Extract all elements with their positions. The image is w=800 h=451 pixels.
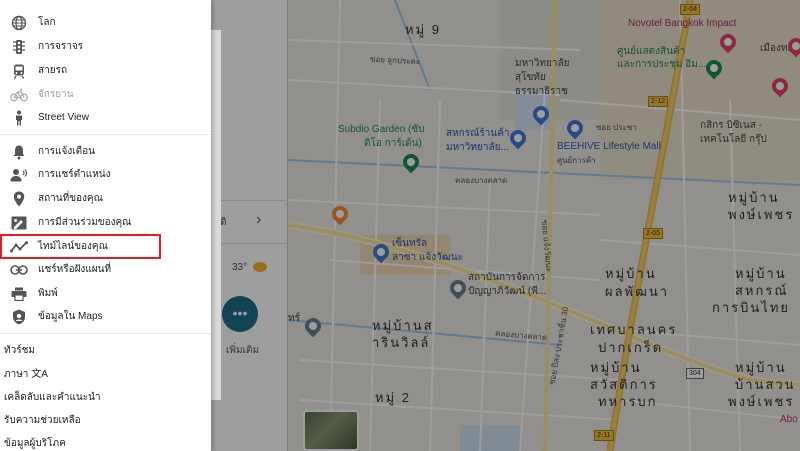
menu-divider [0,134,211,135]
menu-item-location-sharing[interactable]: การแชร์ตำแหน่ง [0,163,211,186]
menu-link-label: รับความช่วยเหลือ [4,415,81,426]
menu-item-label: การจราจร [38,41,84,52]
menu-item-contributions[interactable]: การมีส่วนร่วมของคุณ [0,211,211,234]
menu-link-consumer-info[interactable]: ข้อมูลผู้บริโภค [0,432,211,451]
menu-link-tips[interactable]: เคล็ดลับและคำแนะนำ [0,386,211,409]
menu-item-notifications[interactable]: การแจ้งเตือน [0,140,211,163]
globe-icon [0,15,38,31]
bell-icon [0,144,38,160]
menu-item-print[interactable]: พิมพ์ [0,282,211,305]
menu-link-tour[interactable]: ทัวร์ชม [0,339,211,362]
menu-link-label: ทัวร์ชม [4,345,35,356]
menu-link-label: ข้อมูลผู้บริโภค [4,438,66,449]
train-icon [0,63,38,79]
menu-link-label: เคล็ดลับและคำแนะนำ [4,392,101,403]
menu-item-data-in-maps[interactable]: ข้อมูลใน Maps [0,305,211,328]
contributions-icon [0,216,38,230]
menu-item-globe[interactable]: โลก [0,11,211,34]
menu-item-label: Street View [38,112,89,123]
link-icon [0,264,38,275]
menu-item-transit[interactable]: สายรถ [0,59,211,82]
menu-item-label: สายรถ [38,65,68,76]
pegman-icon [0,110,38,126]
menu-item-your-places[interactable]: สถานที่ของคุณ [0,187,211,210]
main-menu-drawer: โลก การจราจร สายรถ จักรยาน Street View ก… [0,0,211,451]
menu-item-label: การแชร์ตำแหน่ง [38,169,111,180]
menu-item-share-embed[interactable]: แชร์หรือฝังแผนที่ [0,258,211,281]
menu-item-label: ข้อมูลใน Maps [38,311,103,322]
menu-link-help[interactable]: รับความช่วยเหลือ [0,409,211,432]
menu-link-language[interactable]: ภาษา 文A [0,362,211,385]
menu-item-label: โลก [38,17,56,28]
menu-item-label: พิมพ์ [38,288,58,299]
printer-icon [0,287,38,301]
menu-item-label: จักรยาน [38,89,74,100]
menu-item-label: สถานที่ของคุณ [38,193,103,204]
location-sharing-icon [0,168,38,182]
menu-item-traffic[interactable]: การจราจร [0,35,211,58]
place-pin-icon [0,191,38,207]
bicycle-icon [0,88,38,102]
menu-item-street-view[interactable]: Street View [0,106,211,129]
menu-item-label: การมีส่วนร่วมของคุณ [38,217,132,228]
menu-divider [0,333,211,334]
menu-link-label: ภาษา 文A [4,369,48,380]
menu-item-label: แชร์หรือฝังแผนที่ [38,264,112,275]
highlight-box [0,234,161,259]
traffic-light-icon [0,39,38,55]
menu-scrollbar[interactable] [211,30,221,400]
shield-icon [0,309,38,325]
menu-item-label: การแจ้งเตือน [38,146,95,157]
menu-item-bicycling[interactable]: จักรยาน [0,83,211,106]
